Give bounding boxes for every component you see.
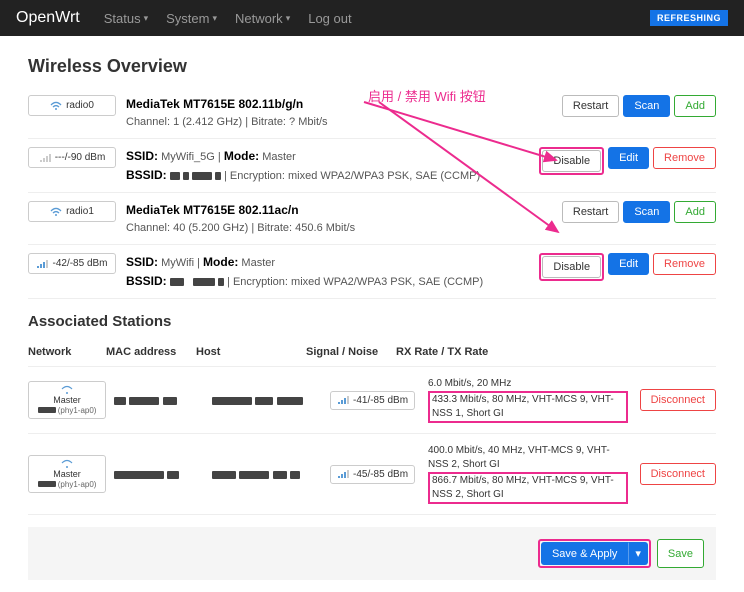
remove-button[interactable]: Remove bbox=[653, 147, 716, 169]
edit-button[interactable]: Edit bbox=[608, 147, 649, 169]
station-row: Master (phy1-ap0) -41/-85 dBm 6.0 Mbit/s… bbox=[28, 367, 716, 434]
nav-status[interactable]: Status▾ bbox=[104, 11, 148, 26]
signal-badge: -45/-85 dBm bbox=[330, 465, 415, 484]
rate-cell: 6.0 Mbit/s, 20 MHz 433.3 Mbit/s, 80 MHz,… bbox=[428, 377, 628, 423]
wifi-icon bbox=[61, 385, 73, 395]
rate-highlight: 433.3 Mbit/s, 80 MHz, VHT-MCS 9, VHT-NSS… bbox=[428, 391, 628, 423]
nav-logout[interactable]: Log out bbox=[308, 11, 351, 26]
host-cell bbox=[212, 393, 322, 407]
brand[interactable]: OpenWrt bbox=[16, 9, 80, 27]
highlight-save-apply: Save & Apply ▾ bbox=[538, 539, 651, 568]
signal-badge: -42/-85 dBm bbox=[28, 253, 116, 274]
scan-button[interactable]: Scan bbox=[623, 95, 670, 117]
remove-button[interactable]: Remove bbox=[653, 253, 716, 275]
save-apply-button[interactable]: Save & Apply bbox=[541, 542, 628, 565]
stations-header: Network MAC address Host Signal / Noise … bbox=[28, 338, 716, 367]
wireless-overview-title: Wireless Overview bbox=[28, 56, 716, 77]
refresh-badge: REFRESHING bbox=[650, 10, 728, 26]
signal-icon bbox=[36, 259, 48, 269]
radio-channel: Channel: 40 (5.200 GHz) | Bitrate: 450.6… bbox=[126, 222, 355, 234]
signal-icon bbox=[337, 395, 349, 405]
wifi-icon bbox=[50, 101, 62, 111]
network-badge: Master (phy1-ap0) bbox=[28, 455, 106, 493]
wifi-icon bbox=[61, 459, 73, 469]
nav-network[interactable]: Network▾ bbox=[235, 11, 290, 26]
radio-badge: radio1 bbox=[28, 201, 116, 222]
mac-cell bbox=[114, 467, 204, 481]
highlight-disable-0: Disable bbox=[539, 147, 604, 175]
scan-button[interactable]: Scan bbox=[623, 201, 670, 223]
associated-stations-title: Associated Stations bbox=[28, 313, 716, 330]
rate-highlight: 866.7 Mbit/s, 80 MHz, VHT-MCS 9, VHT-NSS… bbox=[428, 472, 628, 504]
disconnect-button[interactable]: Disconnect bbox=[640, 389, 716, 411]
network-badge: Master (phy1-ap0) bbox=[28, 381, 106, 419]
disable-button[interactable]: Disable bbox=[542, 256, 601, 278]
radio-row-0: radio0 MediaTek MT7615E 802.11b/g/n Chan… bbox=[28, 87, 716, 139]
footer-bar: Save & Apply ▾ Save bbox=[28, 527, 716, 580]
restart-button[interactable]: Restart bbox=[562, 95, 619, 117]
radio-channel: Channel: 1 (2.412 GHz) | Bitrate: ? Mbit… bbox=[126, 116, 328, 128]
save-apply-caret[interactable]: ▾ bbox=[628, 542, 648, 565]
nav-system[interactable]: System▾ bbox=[166, 11, 217, 26]
iface-row-0: ---/-90 dBm SSID: MyWifi_5G | Mode: Mast… bbox=[28, 139, 716, 193]
signal-icon bbox=[337, 469, 349, 479]
rate-cell: 400.0 Mbit/s, 40 MHz, VHT-MCS 9, VHT-NSS… bbox=[428, 444, 628, 504]
wifi-icon bbox=[50, 207, 62, 217]
disable-button[interactable]: Disable bbox=[542, 150, 601, 172]
edit-button[interactable]: Edit bbox=[608, 253, 649, 275]
ssid-line: SSID: MyWifi_5G | Mode: Master bbox=[126, 151, 296, 163]
signal-badge: -41/-85 dBm bbox=[330, 391, 415, 410]
iface-row-1: -42/-85 dBm SSID: MyWifi | Mode: Master … bbox=[28, 245, 716, 299]
add-button[interactable]: Add bbox=[674, 201, 716, 223]
radio-chip: MediaTek MT7615E 802.11ac/n bbox=[126, 203, 299, 217]
add-button[interactable]: Add bbox=[674, 95, 716, 117]
ssid-line: SSID: MyWifi | Mode: Master bbox=[126, 257, 275, 269]
signal-badge: ---/-90 dBm bbox=[28, 147, 116, 168]
save-button[interactable]: Save bbox=[657, 539, 704, 568]
restart-button[interactable]: Restart bbox=[562, 201, 619, 223]
radio-row-1: radio1 MediaTek MT7615E 802.11ac/n Chann… bbox=[28, 193, 716, 245]
disconnect-button[interactable]: Disconnect bbox=[640, 463, 716, 485]
radio-badge: radio0 bbox=[28, 95, 116, 116]
highlight-disable-1: Disable bbox=[539, 253, 604, 281]
mac-cell bbox=[114, 393, 204, 407]
radio-chip: MediaTek MT7615E 802.11b/g/n bbox=[126, 97, 303, 111]
navbar: OpenWrt Status▾ System▾ Network▾ Log out… bbox=[0, 0, 744, 36]
host-cell bbox=[212, 467, 322, 481]
signal-icon bbox=[39, 153, 51, 163]
station-row: Master (phy1-ap0) -45/-85 dBm 400.0 Mbit… bbox=[28, 434, 716, 515]
